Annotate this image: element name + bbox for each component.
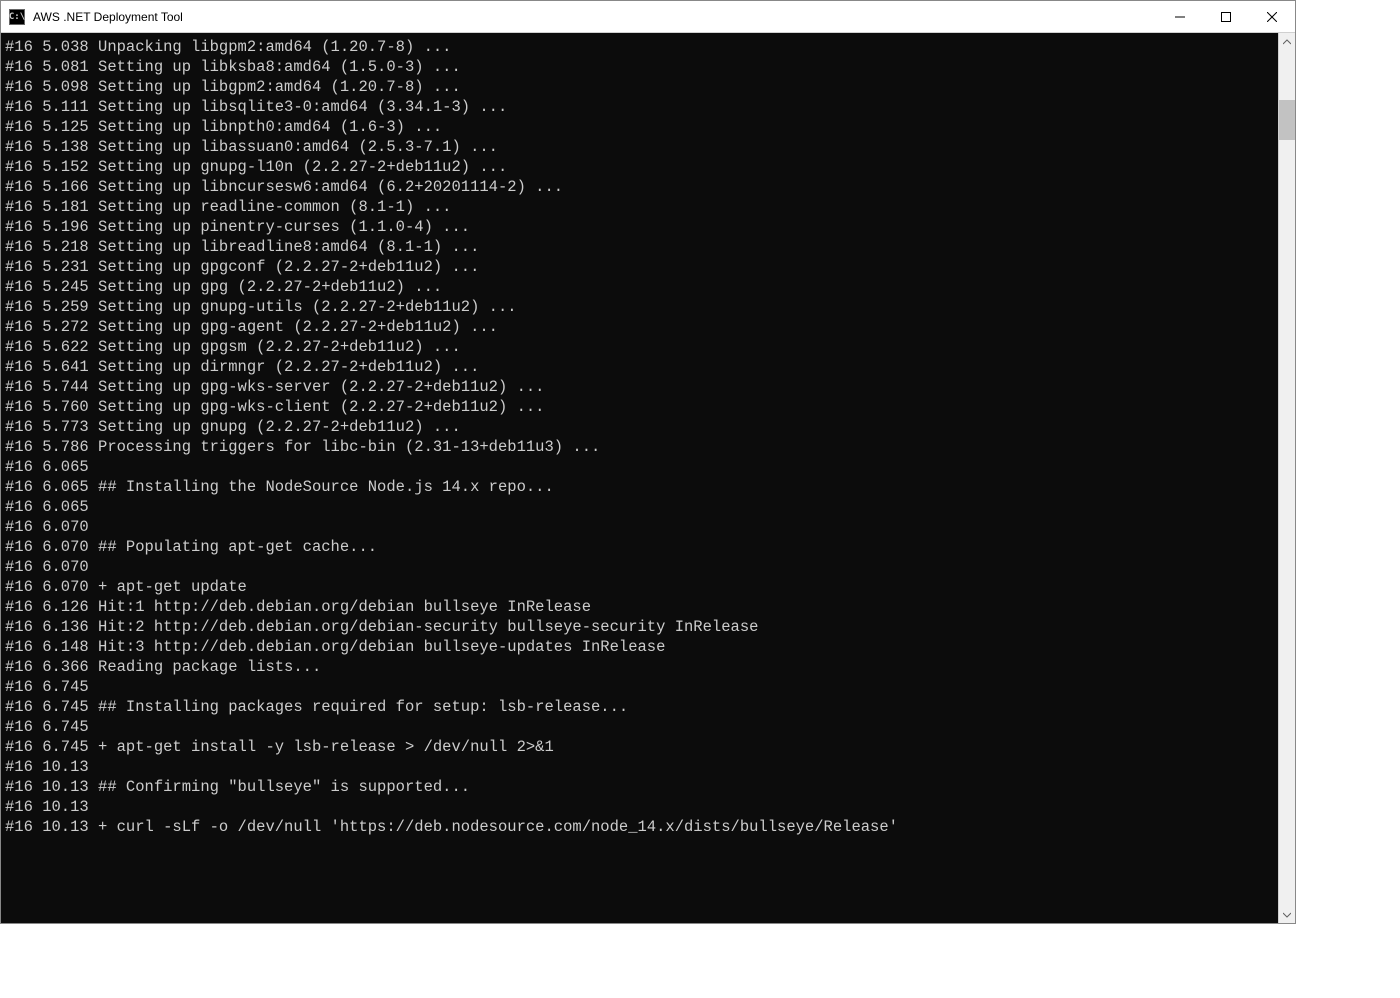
console-line: #16 5.098 Setting up libgpm2:amd64 (1.20… — [5, 77, 1278, 97]
console-line: #16 6.065 ## Installing the NodeSource N… — [5, 477, 1278, 497]
console-line: #16 6.065 — [5, 457, 1278, 477]
close-button[interactable] — [1249, 1, 1295, 32]
scrollbar-down-button[interactable] — [1279, 906, 1295, 923]
chevron-down-icon — [1283, 911, 1291, 919]
vertical-scrollbar[interactable] — [1278, 33, 1295, 923]
console-line: #16 5.744 Setting up gpg-wks-server (2.2… — [5, 377, 1278, 397]
console-line: #16 6.070 ## Populating apt-get cache... — [5, 537, 1278, 557]
console-line: #16 5.218 Setting up libreadline8:amd64 … — [5, 237, 1278, 257]
console-line: #16 6.366 Reading package lists... — [5, 657, 1278, 677]
console-line: #16 6.070 + apt-get update — [5, 577, 1278, 597]
console-line: #16 6.065 — [5, 497, 1278, 517]
console-line: #16 5.166 Setting up libncursesw6:amd64 … — [5, 177, 1278, 197]
console-line: #16 5.245 Setting up gpg (2.2.27-2+deb11… — [5, 277, 1278, 297]
minimize-button[interactable] — [1157, 1, 1203, 32]
console-line: #16 5.111 Setting up libsqlite3-0:amd64 … — [5, 97, 1278, 117]
window-titlebar: C:\ AWS .NET Deployment Tool — [1, 1, 1295, 33]
console-line: #16 6.745 + apt-get install -y lsb-relea… — [5, 737, 1278, 757]
maximize-icon — [1221, 12, 1231, 22]
scrollbar-thumb[interactable] — [1279, 100, 1295, 140]
maximize-button[interactable] — [1203, 1, 1249, 32]
console-line: #16 5.773 Setting up gnupg (2.2.27-2+deb… — [5, 417, 1278, 437]
scrollbar-up-button[interactable] — [1279, 33, 1295, 50]
console-line: #16 6.070 — [5, 517, 1278, 537]
console-line: #16 10.13 — [5, 757, 1278, 777]
console-line: #16 5.181 Setting up readline-common (8.… — [5, 197, 1278, 217]
console-line: #16 6.070 — [5, 557, 1278, 577]
console-line: #16 5.231 Setting up gpgconf (2.2.27-2+d… — [5, 257, 1278, 277]
console-line: #16 6.136 Hit:2 http://deb.debian.org/de… — [5, 617, 1278, 637]
window-buttons — [1157, 1, 1295, 32]
window-icon: C:\ — [9, 9, 25, 25]
console-line: #16 5.622 Setting up gpgsm (2.2.27-2+deb… — [5, 337, 1278, 357]
console-line: #16 10.13 + curl -sLf -o /dev/null 'http… — [5, 817, 1278, 837]
console-line: #16 6.745 — [5, 677, 1278, 697]
window-title: AWS .NET Deployment Tool — [33, 10, 1157, 24]
console-line: #16 10.13 — [5, 797, 1278, 817]
console-line: #16 5.641 Setting up dirmngr (2.2.27-2+d… — [5, 357, 1278, 377]
close-icon — [1267, 12, 1277, 22]
console-line: #16 6.745 — [5, 717, 1278, 737]
scrollbar-track[interactable] — [1279, 50, 1295, 906]
console-area: #16 5.038 Unpacking libgpm2:amd64 (1.20.… — [1, 33, 1295, 923]
minimize-icon — [1175, 12, 1185, 22]
console-output[interactable]: #16 5.038 Unpacking libgpm2:amd64 (1.20.… — [1, 33, 1278, 923]
console-line: #16 6.126 Hit:1 http://deb.debian.org/de… — [5, 597, 1278, 617]
console-line: #16 5.138 Setting up libassuan0:amd64 (2… — [5, 137, 1278, 157]
console-line: #16 6.745 ## Installing packages require… — [5, 697, 1278, 717]
console-line: #16 5.259 Setting up gnupg-utils (2.2.27… — [5, 297, 1278, 317]
console-line: #16 5.152 Setting up gnupg-l10n (2.2.27-… — [5, 157, 1278, 177]
console-line: #16 5.196 Setting up pinentry-curses (1.… — [5, 217, 1278, 237]
chevron-up-icon — [1283, 38, 1291, 46]
console-line: #16 6.148 Hit:3 http://deb.debian.org/de… — [5, 637, 1278, 657]
console-line: #16 5.786 Processing triggers for libc-b… — [5, 437, 1278, 457]
console-line: #16 5.081 Setting up libksba8:amd64 (1.5… — [5, 57, 1278, 77]
console-line: #16 10.13 ## Confirming "bullseye" is su… — [5, 777, 1278, 797]
console-line: #16 5.272 Setting up gpg-agent (2.2.27-2… — [5, 317, 1278, 337]
console-line: #16 5.125 Setting up libnpth0:amd64 (1.6… — [5, 117, 1278, 137]
console-line: #16 5.038 Unpacking libgpm2:amd64 (1.20.… — [5, 37, 1278, 57]
console-line: #16 5.760 Setting up gpg-wks-client (2.2… — [5, 397, 1278, 417]
